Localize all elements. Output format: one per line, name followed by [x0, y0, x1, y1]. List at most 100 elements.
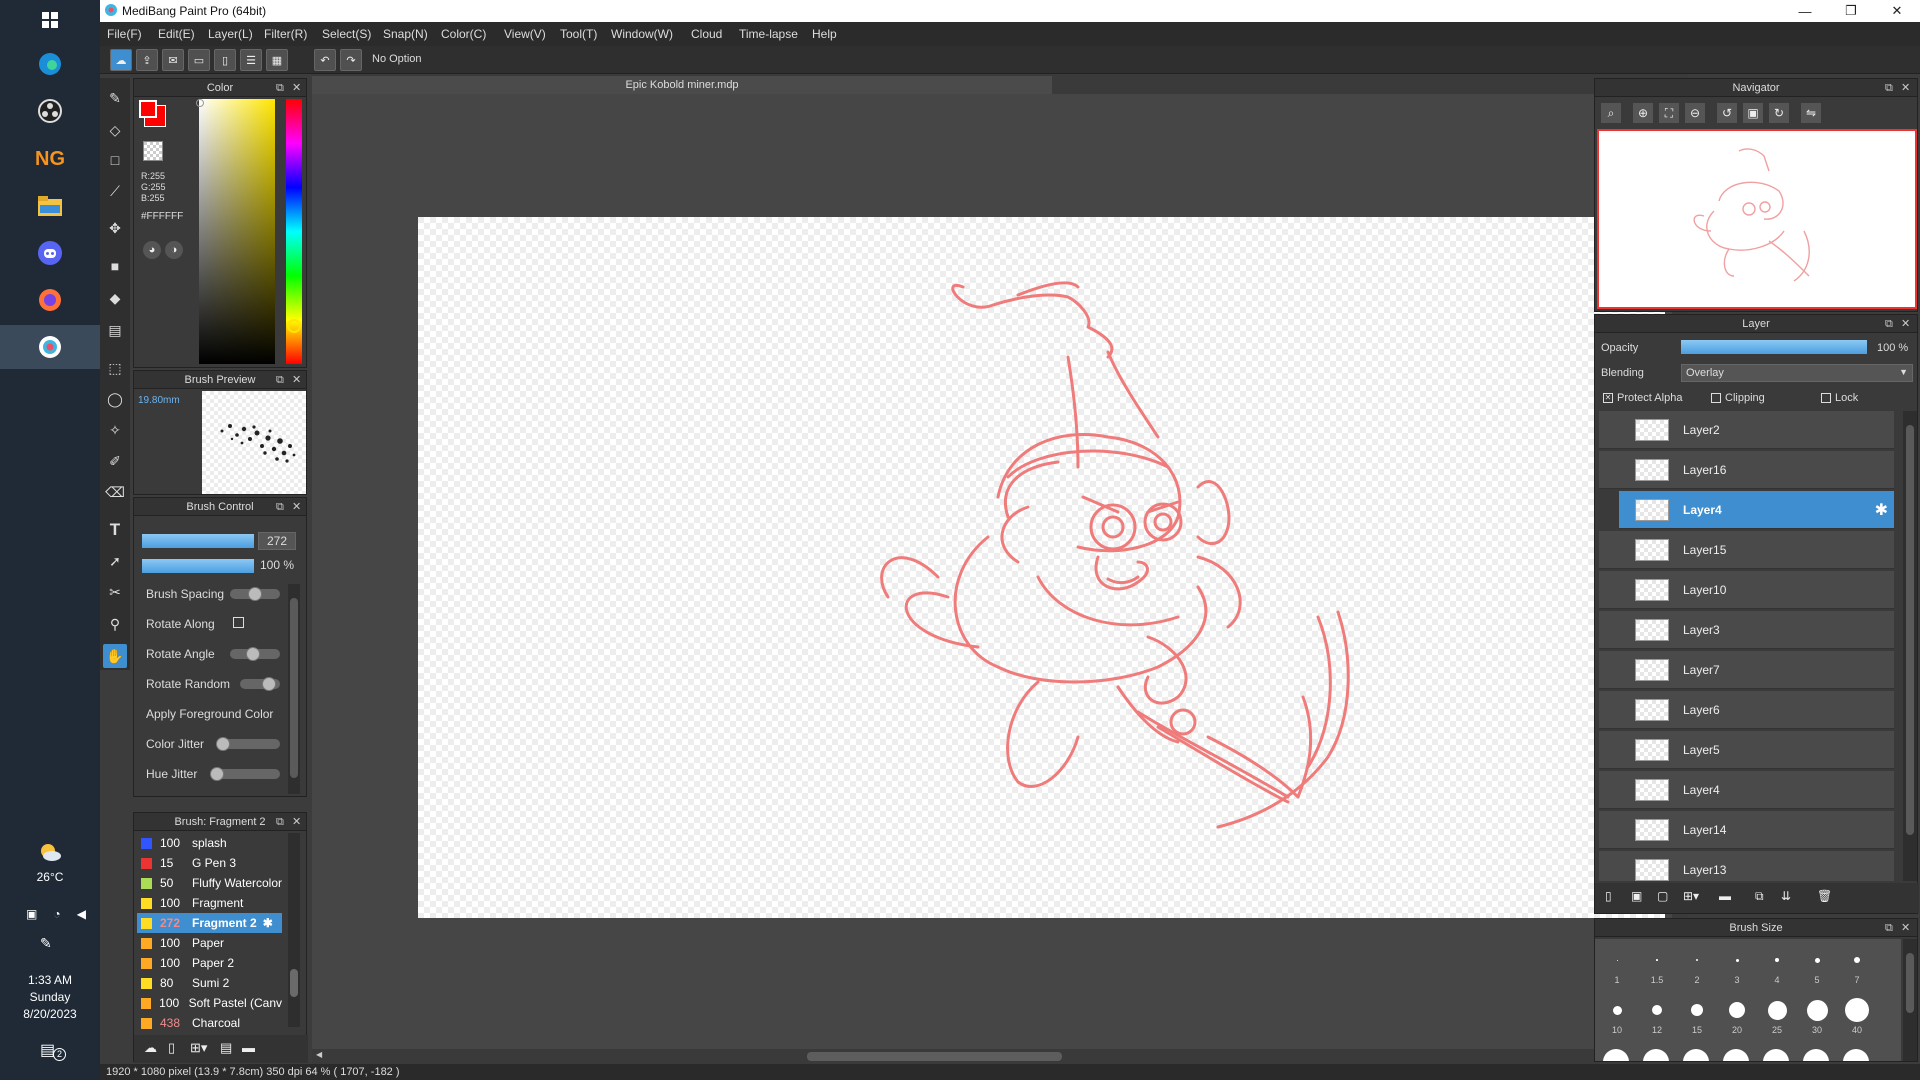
minimize-button[interactable]: — — [1782, 0, 1828, 22]
delete-layer-icon[interactable]: 🗑 — [1817, 889, 1832, 903]
layer-row[interactable]: Layer6 — [1599, 691, 1894, 729]
zoom-in-icon[interactable]: ⊕ — [1633, 103, 1653, 123]
layer-row[interactable]: Layer4 ✱ — [1619, 491, 1894, 529]
panel-float-icon[interactable]: ⧉ — [276, 498, 284, 516]
add-layer-dropdown-icon[interactable]: ⊞▾ — [1683, 889, 1699, 903]
maximize-button[interactable]: ❐ — [1828, 0, 1874, 22]
menu-layer[interactable]: Layer(L) — [208, 27, 253, 41]
dot-tool-icon[interactable]: □ — [103, 148, 127, 172]
brush-size-option[interactable]: 2 — [1677, 945, 1717, 989]
palette-icon[interactable]: ◕ — [143, 241, 161, 259]
brush-size-option[interactable]: 5 — [1797, 945, 1837, 989]
speech-icon[interactable]: ▭ — [188, 49, 210, 71]
layer-folder-icon[interactable]: ▬ — [1719, 889, 1731, 903]
panel-float-icon[interactable]: ⧉ — [276, 371, 284, 389]
undo-icon[interactable]: ↶ — [314, 49, 336, 71]
magic-wand-tool-icon[interactable]: ✧ — [103, 418, 127, 442]
brush-size-option[interactable]: 40 — [1837, 995, 1877, 1039]
gradation-tool-icon[interactable]: ▤ — [103, 318, 127, 342]
operation-tool-icon[interactable]: ➚ — [103, 549, 127, 573]
rotate-right-icon[interactable]: ↻ — [1769, 103, 1789, 123]
redo-icon[interactable]: ↷ — [340, 49, 362, 71]
brush-opacity-slider[interactable] — [142, 559, 254, 573]
color-cursor[interactable] — [196, 99, 204, 107]
firefox-icon[interactable] — [28, 280, 72, 320]
wifi-icon[interactable]: ◔ — [53, 907, 60, 921]
panel-close-icon[interactable]: ✕ — [292, 498, 301, 516]
menu-color[interactable]: Color(C) — [441, 27, 486, 41]
brush-size-option[interactable]: 20 — [1717, 995, 1757, 1039]
brush-list-item[interactable]: 100 Fragment — [137, 893, 282, 913]
brush-size-option[interactable]: 7 — [1837, 945, 1877, 989]
protect-alpha-checkbox[interactable]: ✕ — [1603, 393, 1613, 403]
panel-close-icon[interactable]: ✕ — [292, 79, 301, 97]
brush-settings-icon[interactable]: ▤ — [220, 1040, 232, 1056]
layer-row[interactable]: Layer7 — [1599, 651, 1894, 689]
brush-size-dot[interactable] — [1683, 1049, 1709, 1061]
brush-size-option[interactable]: 3 — [1717, 945, 1757, 989]
eyedropper-tool-icon[interactable]: ⚲ — [103, 612, 127, 636]
select-eraser-tool-icon[interactable]: ⌫ — [103, 480, 127, 504]
brush-size-value[interactable]: 272 — [258, 532, 296, 550]
cloud-icon[interactable]: ☁ — [110, 49, 132, 71]
menu-view[interactable]: View(V) — [504, 27, 546, 41]
brush-size-option[interactable]: 30 — [1797, 995, 1837, 1039]
zoom-fit-icon[interactable]: ⌕ — [1601, 103, 1621, 123]
menu-snap[interactable]: Snap(N) — [383, 27, 428, 41]
saturation-value-picker[interactable] — [199, 99, 275, 364]
layer-row[interactable]: Layer16 — [1599, 451, 1894, 489]
new-layer-icon[interactable]: ▯ — [1605, 889, 1612, 903]
fill-rect-tool-icon[interactable]: ■ — [103, 254, 127, 278]
drawing-canvas[interactable] — [418, 217, 1665, 918]
brush-size-scroll-thumb[interactable] — [1906, 953, 1914, 1013]
flip-icon[interactable]: ⇋ — [1801, 103, 1821, 123]
menu-help[interactable]: Help — [812, 27, 837, 41]
brush-list-item[interactable]: 80 Sumi 2 — [137, 973, 282, 993]
volume-icon[interactable]: ◀ — [77, 907, 86, 921]
select-pen-tool-icon[interactable]: ✐ — [103, 449, 127, 473]
windows-icon[interactable] — [28, 0, 72, 40]
move-tool-icon[interactable]: ✥ — [103, 216, 127, 240]
brush-list-scrollbar[interactable] — [288, 833, 300, 1027]
grid-icon[interactable]: ▦ — [266, 49, 288, 71]
actual-size-icon[interactable]: ▣ — [1743, 103, 1763, 123]
layer-row[interactable]: Layer5 — [1599, 731, 1894, 769]
file-explorer-icon[interactable] — [28, 186, 72, 226]
brush-list-scroll-thumb[interactable] — [290, 969, 298, 997]
lasso-tool-icon[interactable]: ◯ — [103, 387, 127, 411]
brush-size-option[interactable]: 25 — [1757, 995, 1797, 1039]
notification-icon[interactable]: ▤ 2 — [40, 1040, 66, 1062]
panel-close-icon[interactable]: ✕ — [292, 371, 301, 389]
brush-settings-gear-icon[interactable]: ✱ — [263, 916, 273, 930]
weather-icon[interactable] — [28, 838, 72, 866]
newgrounds-icon[interactable]: NG — [28, 139, 72, 179]
pen-icon[interactable]: ✎ — [40, 935, 52, 952]
edge-icon[interactable] — [28, 44, 72, 84]
layer-scroll-thumb[interactable] — [1906, 425, 1914, 835]
select-tool-icon[interactable]: ⬚ — [103, 356, 127, 380]
list-icon[interactable]: ☰ — [240, 49, 262, 71]
add-brush-dropdown-icon[interactable]: ⊞▾ — [190, 1040, 207, 1056]
menu-window[interactable]: Window(W) — [611, 27, 673, 41]
brush-folder-icon[interactable]: ▬ — [242, 1040, 255, 1055]
layer-row[interactable]: Layer4 — [1599, 771, 1894, 809]
brush-size-slider[interactable] — [142, 534, 254, 548]
brush-list-item[interactable]: 100 Paper 2 — [137, 953, 282, 973]
brush-size-option[interactable]: 10 — [1597, 995, 1637, 1039]
layer-row[interactable]: Layer2 — [1599, 411, 1894, 449]
menu-select[interactable]: Select(S) — [322, 27, 371, 41]
hue-knob[interactable] — [287, 319, 301, 333]
lock-checkbox[interactable] — [1821, 393, 1831, 403]
brush-tool-icon[interactable]: ✎ — [103, 86, 127, 110]
page-icon[interactable]: ▯ — [214, 49, 236, 71]
panel-close-icon[interactable]: ✕ — [1901, 919, 1910, 937]
clock-time[interactable]: 1:33 AM — [0, 973, 100, 987]
brush-list-item[interactable]: 438 Charcoal — [137, 1013, 282, 1033]
layer-row[interactable]: Layer3 — [1599, 611, 1894, 649]
new-brush-icon[interactable]: ▯ — [168, 1040, 175, 1056]
menu-edit[interactable]: Edit(E) — [158, 27, 195, 41]
menu-tool[interactable]: Tool(T) — [560, 27, 597, 41]
menu-filter[interactable]: Filter(R) — [264, 27, 307, 41]
color-picker-icon[interactable]: ◑ — [165, 241, 183, 259]
brush-size-option[interactable]: 4 — [1757, 945, 1797, 989]
